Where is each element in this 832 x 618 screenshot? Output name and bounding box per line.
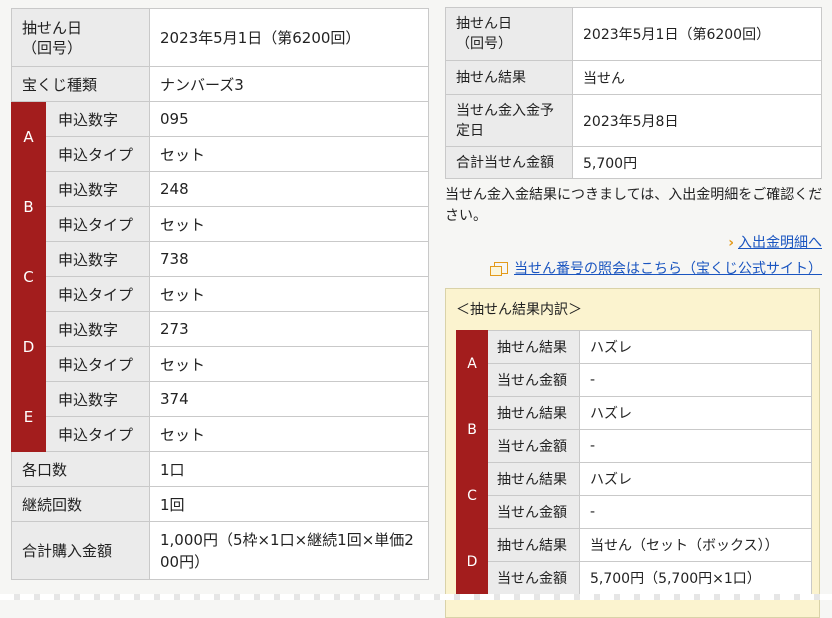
apply-number-value: 095	[149, 101, 429, 137]
draw-result-label: 抽せん結果	[487, 396, 580, 430]
win-amount-value: 5,700円（5,700円×1口）	[579, 561, 812, 595]
apply-type-value: セット	[149, 346, 429, 382]
apply-type-label: 申込タイプ	[45, 276, 150, 312]
result-label: 抽せん結果	[445, 60, 573, 95]
apply-type-label: 申込タイプ	[45, 346, 150, 382]
units-label: 各口数	[11, 451, 150, 487]
apply-type-value: セット	[149, 416, 429, 452]
apply-type-value: セット	[149, 206, 429, 242]
apply-number-label: 申込数字	[45, 101, 150, 137]
draw-date-label: 抽せん日 （回号）	[11, 8, 150, 67]
bottom-cutoff-edge	[0, 594, 832, 600]
apply-type-value: セット	[149, 276, 429, 312]
purchase-details-table: 抽せん日 （回号） 2023年5月1日（第6200回） 宝くじ種類 ナンバーズ3 …	[11, 8, 429, 580]
chevron-right-icon: ›	[728, 235, 734, 251]
apply-number-label: 申込数字	[45, 311, 150, 347]
total-purchase-label: 合計購入金額	[11, 521, 150, 580]
units-value: 1口	[149, 451, 429, 487]
draw-result-value: ハズレ	[579, 462, 812, 496]
lottery-type-label: 宝くじ種類	[11, 66, 150, 102]
draw-result-value: 当せん（セット（ボックス））	[579, 528, 812, 562]
total-win-value: 5,700円	[572, 146, 822, 179]
draw-date-value: 2023年5月1日（第6200回）	[149, 8, 429, 67]
win-amount-value: -	[579, 495, 812, 529]
win-amount-label: 当せん金額	[487, 429, 580, 463]
result-info-table: 抽せん日 （回号） 2023年5月1日（第6200回） 抽せん結果 当せん 当せん…	[445, 7, 822, 179]
apply-type-value: セット	[149, 136, 429, 172]
draw-result-label: 抽せん結果	[487, 330, 580, 364]
draw-result-value: ハズレ	[579, 396, 812, 430]
entry-letter: C	[456, 462, 488, 529]
result-draw-date-value: 2023年5月1日（第6200回）	[572, 7, 822, 61]
statement-link[interactable]: › 入出金明細へ	[728, 232, 822, 252]
draw-result-label: 抽せん結果	[487, 528, 580, 562]
win-amount-value: -	[579, 429, 812, 463]
result-draw-date-label: 抽せん日 （回号）	[445, 7, 573, 61]
entry-letter: B	[11, 171, 46, 242]
breakdown-title: ＜抽せん結果内訳＞	[456, 302, 582, 318]
official-site-link[interactable]: 当せん番号の照会はこちら（宝くじ公式サイト）	[490, 258, 822, 278]
entry-letter: B	[456, 396, 488, 463]
win-amount-label: 当せん金額	[487, 363, 580, 397]
entry-letter: C	[11, 241, 46, 312]
result-breakdown-panel: ＜抽せん結果内訳＞ A 抽せん結果 ハズレ 当せん金額 - B 抽せん結果 ハズ…	[445, 288, 820, 618]
apply-number-label: 申込数字	[45, 171, 150, 207]
apply-type-label: 申込タイプ	[45, 416, 150, 452]
entry-letter: D	[456, 528, 488, 595]
total-win-label: 合計当せん金額	[445, 146, 573, 179]
entry-letter: A	[456, 330, 488, 397]
deposit-note: 当せん金入金結果につきましては、入出金明細をご確認くだ さい。	[445, 187, 823, 224]
apply-number-label: 申込数字	[45, 381, 150, 417]
entry-letter: D	[11, 311, 46, 382]
total-purchase-value: 1,000円（5枠×1口×継続1回×単価2 00円）	[149, 521, 429, 580]
apply-type-label: 申込タイプ	[45, 136, 150, 172]
apply-number-value: 273	[149, 311, 429, 347]
entry-letter: A	[11, 101, 46, 172]
draw-result-label: 抽せん結果	[487, 462, 580, 496]
win-amount-label: 当せん金額	[487, 495, 580, 529]
result-value: 当せん	[572, 60, 822, 95]
win-amount-value: -	[579, 363, 812, 397]
deposit-date-value: 2023年5月8日	[572, 94, 822, 147]
external-window-icon	[490, 262, 508, 276]
draw-result-value: ハズレ	[579, 330, 812, 364]
apply-number-value: 738	[149, 241, 429, 277]
apply-number-value: 248	[149, 171, 429, 207]
apply-number-label: 申込数字	[45, 241, 150, 277]
continue-count-value: 1回	[149, 486, 429, 522]
apply-type-label: 申込タイプ	[45, 206, 150, 242]
win-amount-label: 当せん金額	[487, 561, 580, 595]
apply-number-value: 374	[149, 381, 429, 417]
lottery-type-value: ナンバーズ3	[149, 66, 429, 102]
continue-count-label: 継続回数	[11, 486, 150, 522]
deposit-date-label: 当せん金入金予 定日	[445, 94, 573, 147]
breakdown-table: A 抽せん結果 ハズレ 当せん金額 - B 抽せん結果 ハズレ 当せん金額 - …	[456, 330, 812, 595]
entry-letter: E	[11, 381, 46, 452]
